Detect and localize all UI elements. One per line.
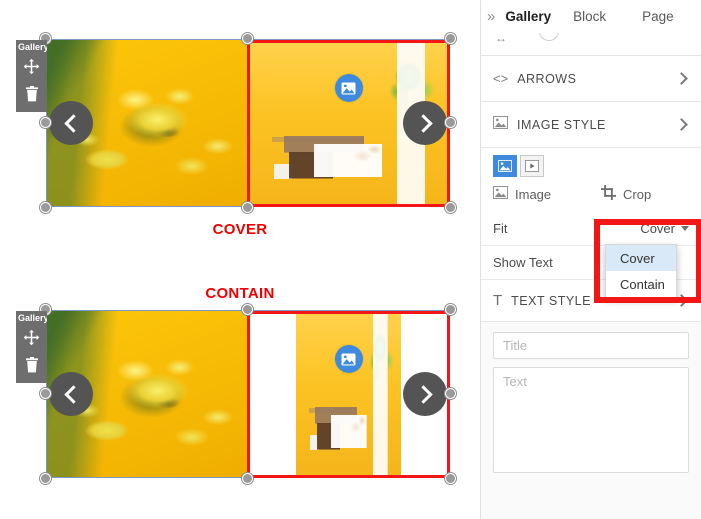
section-image-style[interactable]: IMAGE STYLE (481, 102, 701, 148)
trash-icon[interactable] (16, 351, 47, 378)
double-chevron-right-icon[interactable]: » (487, 9, 495, 24)
fit-dropdown[interactable]: Cover Contain (605, 244, 677, 298)
trash-icon[interactable] (16, 80, 47, 107)
chevron-right-icon (675, 294, 688, 307)
image-badge-icon[interactable] (334, 345, 363, 373)
cover-caption: COVER (212, 221, 268, 238)
resize-handle-ne[interactable] (445, 304, 456, 315)
text-fields (481, 322, 701, 478)
gallery-slide-room[interactable] (248, 311, 449, 477)
crop-tab-label: Crop (623, 186, 652, 202)
resize-handle-sw[interactable] (40, 473, 51, 484)
chevron-left-icon (63, 113, 83, 133)
tab-gallery[interactable]: Gallery (505, 9, 551, 24)
editor-canvas[interactable]: Gallery COVER Gallery CONTAIN (0, 0, 480, 519)
chevron-right-icon (413, 113, 433, 133)
show-text-label: Show Text (493, 255, 553, 270)
image-badge-icon[interactable] (334, 74, 363, 102)
fit-option-contain[interactable]: Contain (606, 271, 676, 297)
chevron-right-icon (675, 72, 688, 85)
contain-gallery[interactable] (40, 304, 456, 484)
resize-handle-s[interactable] (242, 202, 253, 213)
resize-handle-w[interactable] (40, 388, 51, 399)
gallery-frame (46, 39, 450, 207)
image-toggle[interactable] (493, 155, 517, 177)
video-toggle[interactable] (520, 155, 544, 177)
gallery-slide-flower[interactable] (47, 311, 248, 477)
tab-block[interactable]: Block (573, 9, 606, 24)
resize-handle-sw[interactable] (40, 202, 51, 213)
resize-handle-n[interactable] (242, 33, 253, 44)
chevron-down-icon (681, 226, 689, 231)
resize-handle-n[interactable] (242, 304, 253, 315)
resize-handle-ne[interactable] (445, 33, 456, 44)
panel-header: » Gallery Block Page (481, 0, 701, 33)
title-input[interactable] (493, 332, 689, 359)
gallery-slide-room[interactable] (248, 40, 449, 206)
text-input[interactable] (493, 367, 689, 473)
prev-arrow-button[interactable] (49, 372, 93, 416)
code-brackets-icon: <> (493, 71, 509, 86)
room-photo (296, 311, 401, 477)
image-icon (493, 115, 508, 134)
resize-handle-e[interactable] (445, 117, 456, 128)
element-toolbar[interactable]: Gallery (16, 311, 47, 383)
resize-handle-w[interactable] (40, 117, 51, 128)
gallery-frame (46, 310, 450, 478)
next-arrow-button[interactable] (403, 101, 447, 145)
fit-select-value: Cover (640, 221, 675, 236)
move-arrows-icon[interactable] (16, 324, 47, 351)
element-toolbar-title: Gallery (18, 313, 47, 323)
element-toolbar-title: Gallery (18, 42, 47, 52)
app-root: Gallery COVER Gallery CONTAIN » Gallery … (0, 0, 701, 519)
element-toolbar[interactable]: Gallery (16, 40, 47, 112)
media-tabs: Image Crop (481, 179, 701, 212)
cover-gallery[interactable] (40, 33, 456, 213)
resize-handle-e[interactable] (445, 388, 456, 399)
chevron-right-icon (413, 384, 433, 404)
chevron-left-icon (63, 384, 83, 404)
gallery-slide-flower[interactable] (47, 40, 248, 206)
fit-row: Fit Cover (481, 212, 701, 246)
next-arrow-button[interactable] (403, 372, 447, 416)
fit-label: Fit (493, 221, 508, 236)
image-tab[interactable]: Image (493, 185, 581, 203)
arc-icon[interactable] (539, 33, 559, 41)
media-type-toggle-group (481, 148, 701, 179)
prev-arrow-button[interactable] (49, 101, 93, 145)
resize-handle-s[interactable] (242, 473, 253, 484)
section-image-style-label: IMAGE STYLE (517, 117, 606, 132)
fit-option-cover[interactable]: Cover (606, 245, 676, 271)
text-T-icon: T (493, 292, 503, 309)
panel-subbar: ↔ (481, 33, 701, 56)
settings-panel: » Gallery Block Page ↔ <> ARROWS IMAGE S… (480, 0, 701, 519)
resize-handle-se[interactable] (445, 473, 456, 484)
image-tab-label: Image (515, 186, 552, 202)
section-arrows[interactable]: <> ARROWS (481, 56, 701, 102)
contain-caption: CONTAIN (205, 285, 275, 302)
crop-tab[interactable]: Crop (581, 185, 689, 203)
image-icon (493, 186, 508, 202)
resize-handle-se[interactable] (445, 202, 456, 213)
chevron-right-icon (675, 118, 688, 131)
section-arrows-label: ARROWS (517, 71, 577, 86)
move-arrows-icon[interactable] (16, 53, 47, 80)
crop-icon (601, 185, 616, 203)
horizontal-arrows-icon[interactable]: ↔ (495, 33, 507, 44)
fit-select[interactable]: Cover (640, 221, 689, 236)
tab-page[interactable]: Page (642, 9, 674, 24)
